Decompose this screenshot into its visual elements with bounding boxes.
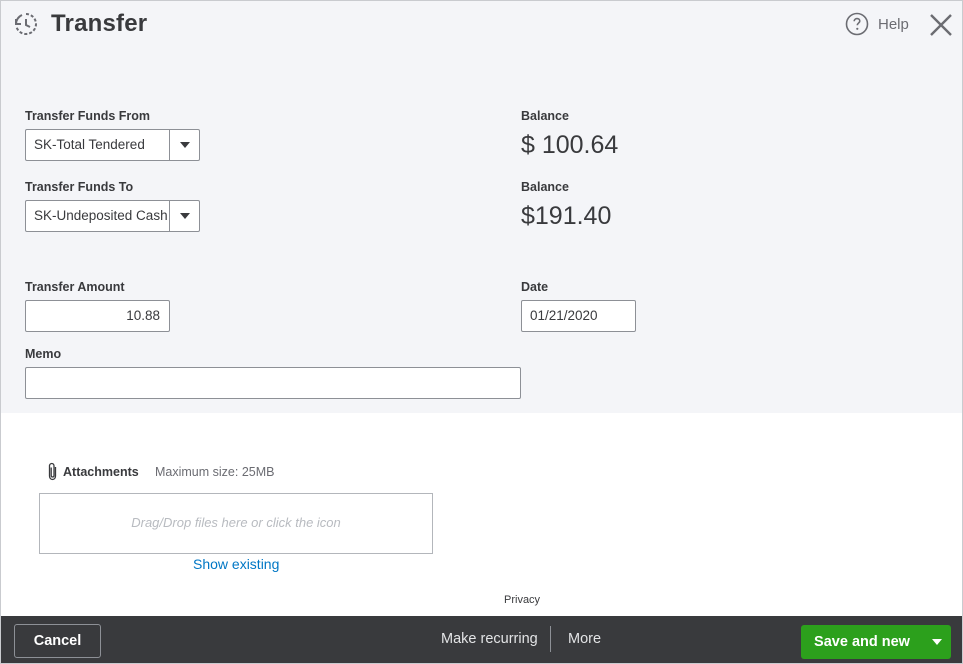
- date-input[interactable]: 01/21/2020: [521, 300, 636, 332]
- privacy-link[interactable]: Privacy: [504, 594, 540, 606]
- close-icon[interactable]: [928, 12, 954, 38]
- transfer-to-value: SK-Undeposited Cash: [34, 208, 168, 223]
- attachments-label: Attachments: [63, 465, 139, 479]
- caret-down-icon: [180, 142, 190, 148]
- to-balance-label: Balance: [521, 180, 569, 194]
- transfer-from-dropdown-button[interactable]: [169, 130, 199, 160]
- transfer-to-dropdown-button[interactable]: [169, 201, 199, 231]
- date-value: 01/21/2020: [530, 308, 598, 323]
- save-options-dropdown[interactable]: [923, 625, 951, 659]
- question-circle-icon[interactable]: [845, 12, 869, 36]
- transfer-amount-value: 10.88: [126, 308, 160, 323]
- transfer-dialog: Transfer Help Transfer Funds From SK-Tot…: [0, 0, 963, 664]
- footer-divider: [550, 626, 551, 652]
- caret-down-icon: [180, 213, 190, 219]
- memo-input[interactable]: [25, 367, 521, 399]
- attachments-dropzone[interactable]: Drag/Drop files here or click the icon: [39, 493, 433, 554]
- paperclip-icon: [48, 462, 57, 481]
- cancel-button[interactable]: Cancel: [14, 624, 101, 658]
- save-button-group: Save and new: [801, 625, 951, 659]
- from-balance-label: Balance: [521, 109, 569, 123]
- to-balance-value: $191.40: [521, 202, 612, 230]
- transfer-from-select[interactable]: SK-Total Tendered: [25, 129, 200, 161]
- help-link[interactable]: Help: [878, 16, 909, 33]
- attachments-max-size: Maximum size: 25MB: [155, 465, 275, 479]
- transfer-from-label: Transfer Funds From: [25, 109, 151, 123]
- make-recurring-button[interactable]: Make recurring: [441, 631, 538, 647]
- more-button[interactable]: More: [568, 631, 601, 647]
- form-area: Transfer Help Transfer Funds From SK-Tot…: [1, 1, 962, 413]
- page-title: Transfer: [51, 10, 148, 37]
- save-and-new-button[interactable]: Save and new: [801, 625, 923, 659]
- date-label: Date: [521, 280, 549, 294]
- show-existing-link[interactable]: Show existing: [193, 556, 279, 572]
- transfer-from-value: SK-Total Tendered: [34, 137, 145, 152]
- transfer-to-select[interactable]: SK-Undeposited Cash: [25, 200, 200, 232]
- from-balance-value: $ 100.64: [521, 131, 619, 159]
- caret-down-icon: [932, 639, 942, 645]
- footer-bar: Cancel Make recurring More Save and new: [1, 616, 962, 663]
- memo-label: Memo: [25, 347, 62, 361]
- transfer-clock-icon: [15, 13, 37, 35]
- transfer-to-label: Transfer Funds To: [25, 180, 134, 194]
- transfer-amount-input[interactable]: 10.88: [25, 300, 170, 332]
- dropzone-hint: Drag/Drop files here or click the icon: [131, 515, 341, 530]
- transfer-amount-label: Transfer Amount: [25, 280, 125, 294]
